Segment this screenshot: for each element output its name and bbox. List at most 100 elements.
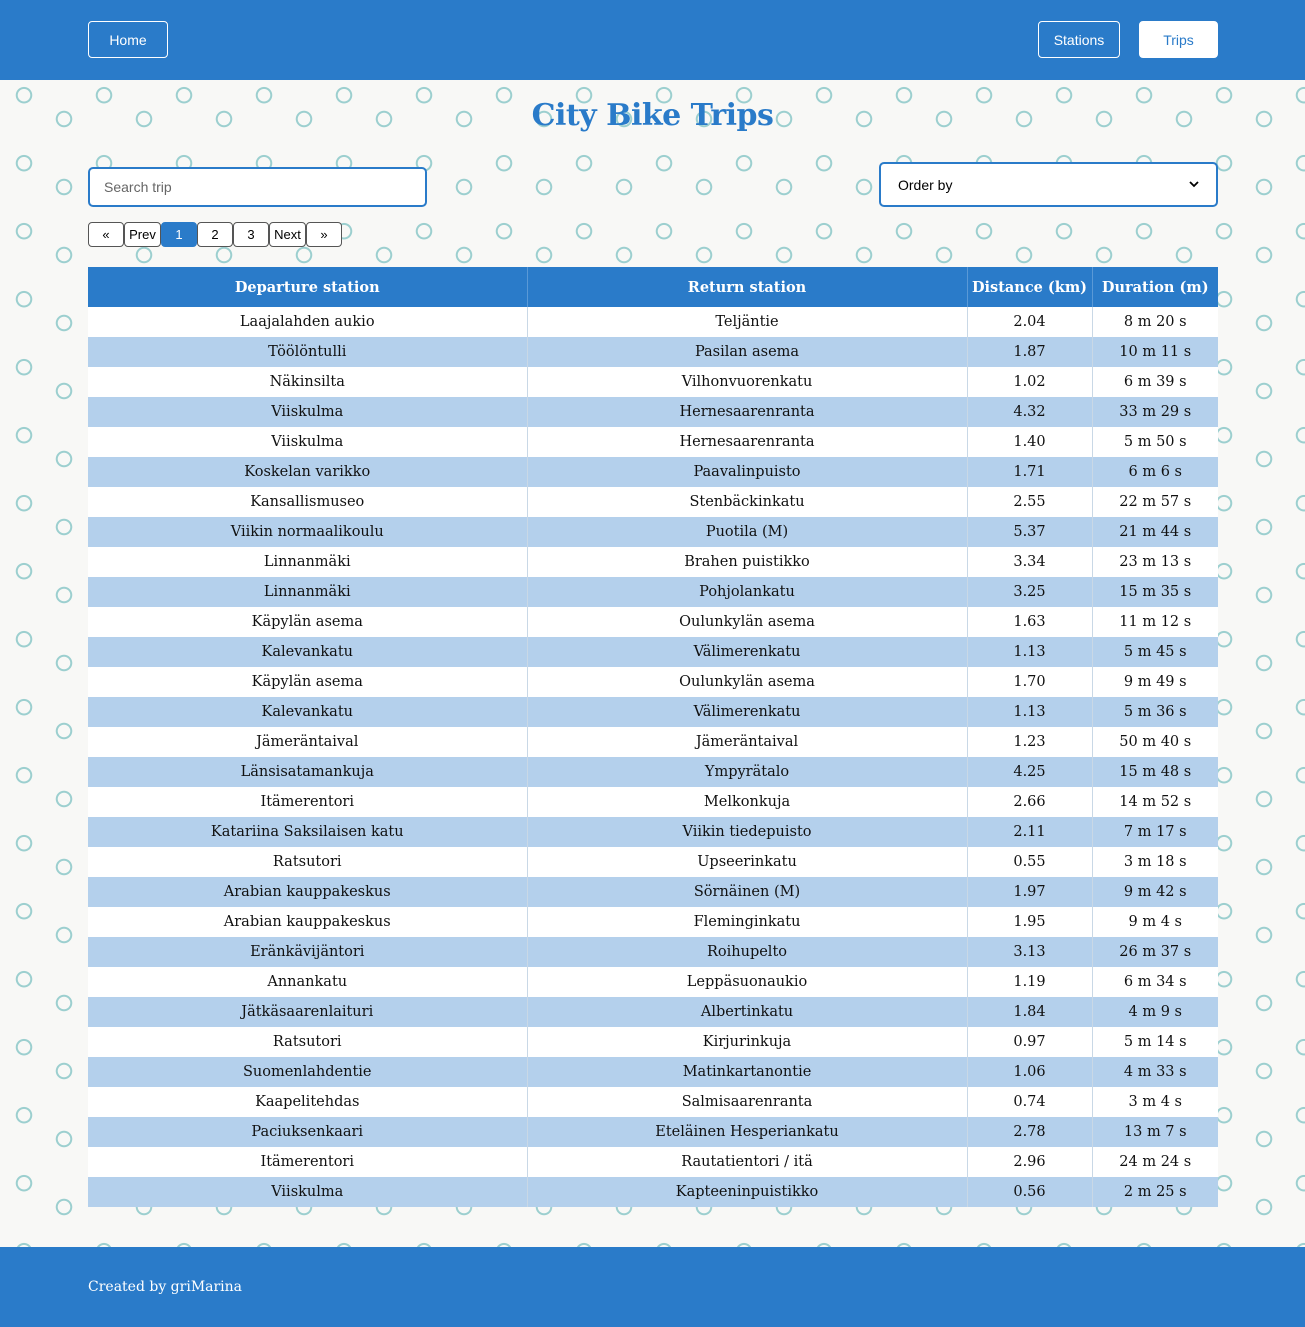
return-station-cell: Hernesaarenranta [526, 427, 967, 457]
table-row: Jätkäsaarenlaituri Albertinkatu 1.84 4 m 9 … [88, 997, 1218, 1027]
departure-station-cell: Kalevankatu [261, 704, 353, 720]
return-station-cell: Kapteeninpuistikko [526, 1177, 967, 1207]
duration-cell: 8 m 20 s [1091, 307, 1218, 337]
home-button[interactable]: Home [88, 21, 168, 58]
header-departure-station[interactable]: Departure station [88, 267, 527, 307]
return-station-cell: Pasilan asema [526, 337, 967, 367]
departure-station-cell: Käpylän asema [251, 614, 363, 630]
table-row: Viikin normaalikoulu Puotila (M) 5.37 21 m … [88, 517, 1218, 547]
page-2-button[interactable]: 2 [197, 222, 233, 247]
duration-cell: 9 m 4 s [1091, 907, 1218, 937]
header-return-station[interactable]: Return station [526, 267, 967, 307]
duration-cell: 9 m 49 s [1091, 667, 1218, 697]
departure-station-cell: Ratsutori [272, 1034, 342, 1050]
departure-station-cell: Käpylän asema [251, 674, 363, 690]
return-station-cell: Hernesaarenranta [526, 397, 967, 427]
departure-station-cell: Jämeräntaival [256, 734, 359, 750]
distance-cell: 1.95 [966, 907, 1092, 937]
duration-cell: 6 m 39 s [1091, 367, 1218, 397]
duration-cell: 6 m 34 s [1091, 967, 1218, 997]
distance-cell: 5.37 [966, 517, 1092, 547]
distance-cell: 1.13 [966, 637, 1092, 667]
duration-cell: 23 m 13 s [1091, 547, 1218, 577]
departure-station-cell: Viiskulma [271, 434, 344, 450]
chevron-down-icon [1189, 179, 1199, 191]
stations-button[interactable]: Stations [1038, 21, 1120, 58]
top-navbar: Home Stations Trips [0, 0, 1305, 80]
duration-cell: 9 m 42 s [1091, 877, 1218, 907]
header-duration[interactable]: Duration (m) [1091, 267, 1218, 307]
return-station-cell: Pohjolankatu [526, 577, 967, 607]
table-row: Jämeräntaival Jämeräntaival 1.23 50 m 40 s [88, 727, 1218, 757]
table-row: Itämerentori Rautatientori / itä 2.96 24 m … [88, 1147, 1218, 1177]
return-station-cell: Välimerenkatu [526, 637, 967, 667]
duration-cell: 21 m 44 s [1091, 517, 1218, 547]
duration-cell: 3 m 18 s [1091, 847, 1218, 877]
trips-button[interactable]: Trips [1139, 21, 1218, 58]
distance-cell: 3.13 [966, 937, 1092, 967]
table-row: Kansallismuseo Stenbäckinkatu 2.55 22 m 57 … [88, 487, 1218, 517]
search-input[interactable] [88, 167, 427, 207]
footer: Created by griMarina [0, 1247, 1305, 1327]
last-page-button[interactable]: » [306, 222, 342, 247]
distance-cell: 4.32 [966, 397, 1092, 427]
return-station-cell: Välimerenkatu [526, 697, 967, 727]
distance-cell: 1.02 [966, 367, 1092, 397]
departure-station-cell: Linnanmäki [263, 584, 351, 600]
distance-cell: 1.97 [966, 877, 1092, 907]
order-by-select[interactable]: Order by [879, 162, 1218, 207]
duration-cell: 4 m 33 s [1091, 1057, 1218, 1087]
duration-cell: 2 m 25 s [1091, 1177, 1218, 1207]
first-page-button[interactable]: « [88, 222, 124, 247]
pagination: « Prev 1 2 3 Next » [88, 222, 342, 247]
return-station-cell: Fleminginkatu [526, 907, 967, 937]
table-row: Eränkävijäntori Roihupelto 3.13 26 m 37 s [88, 937, 1218, 967]
duration-cell: 14 m 52 s [1091, 787, 1218, 817]
departure-station-cell: Eränkävijäntori [250, 944, 365, 960]
duration-cell: 11 m 12 s [1091, 607, 1218, 637]
departure-station-cell: Arabian kauppakeskus [223, 914, 391, 930]
table-row: Paciuksenkaari Eteläinen Hesperiankatu 2.7… [88, 1117, 1218, 1147]
next-page-button[interactable]: Next [269, 222, 306, 247]
table-row: Viiskulma Hernesaarenranta 1.40 5 m 50 s [88, 427, 1218, 457]
distance-cell: 1.84 [966, 997, 1092, 1027]
return-station-cell: Ympyrätalo [526, 757, 967, 787]
departure-station-cell: Länsisatamankuja [240, 764, 374, 780]
prev-page-button[interactable]: Prev [124, 222, 161, 247]
table-row: Itämerentori Melkonkuja 2.66 14 m 52 s [88, 787, 1218, 817]
page-1-button[interactable]: 1 [161, 222, 197, 247]
departure-station-cell: Katariina Saksilaisen katu [210, 824, 404, 840]
distance-cell: 1.70 [966, 667, 1092, 697]
return-station-cell: Upseerinkatu [526, 847, 967, 877]
table-row: Ratsutori Upseerinkatu 0.55 3 m 18 s [88, 847, 1218, 877]
duration-cell: 4 m 9 s [1091, 997, 1218, 1027]
duration-cell: 10 m 11 s [1091, 337, 1218, 367]
table-row: Kalevankatu Välimerenkatu 1.13 5 m 36 s [88, 697, 1218, 727]
duration-cell: 33 m 29 s [1091, 397, 1218, 427]
header-distance[interactable]: Distance (km) [966, 267, 1092, 307]
table-row: Käpylän asema Oulunkylän asema 1.63 11 m 12… [88, 607, 1218, 637]
table-row: Koskelan varikko Paavalinpuisto 1.71 6 m 6 … [88, 457, 1218, 487]
return-station-cell: Brahen puistikko [526, 547, 967, 577]
distance-cell: 1.71 [966, 457, 1092, 487]
departure-station-cell: Viiskulma [271, 404, 344, 420]
table-row: Linnanmäki Brahen puistikko 3.34 23 m 13 s [88, 547, 1218, 577]
distance-cell: 1.06 [966, 1057, 1092, 1087]
distance-cell: 1.87 [966, 337, 1092, 367]
table-row: Arabian kauppakeskus Fleminginkatu 1.95 9 m… [88, 907, 1218, 937]
departure-station-cell: Viiskulma [271, 1184, 344, 1200]
table-header-row: Departure station Return station Distanc… [88, 267, 1218, 307]
table-row: Laajalahden aukio Teljäntie 2.04 8 m 20 s [88, 307, 1218, 337]
distance-cell: 2.11 [966, 817, 1092, 847]
return-station-cell: Vilhonvuorenkatu [526, 367, 967, 397]
distance-cell: 3.25 [966, 577, 1092, 607]
distance-cell: 1.23 [966, 727, 1092, 757]
departure-station-cell: Viikin normaalikoulu [230, 524, 384, 540]
departure-station-cell: Paciuksenkaari [251, 1124, 364, 1140]
duration-cell: 5 m 14 s [1091, 1027, 1218, 1057]
departure-station-cell: Itämerentori [260, 794, 354, 810]
page-3-button[interactable]: 3 [233, 222, 269, 247]
distance-cell: 1.13 [966, 697, 1092, 727]
trips-table: Departure station Return station Distanc… [88, 267, 1218, 1207]
return-station-cell: Paavalinpuisto [526, 457, 967, 487]
